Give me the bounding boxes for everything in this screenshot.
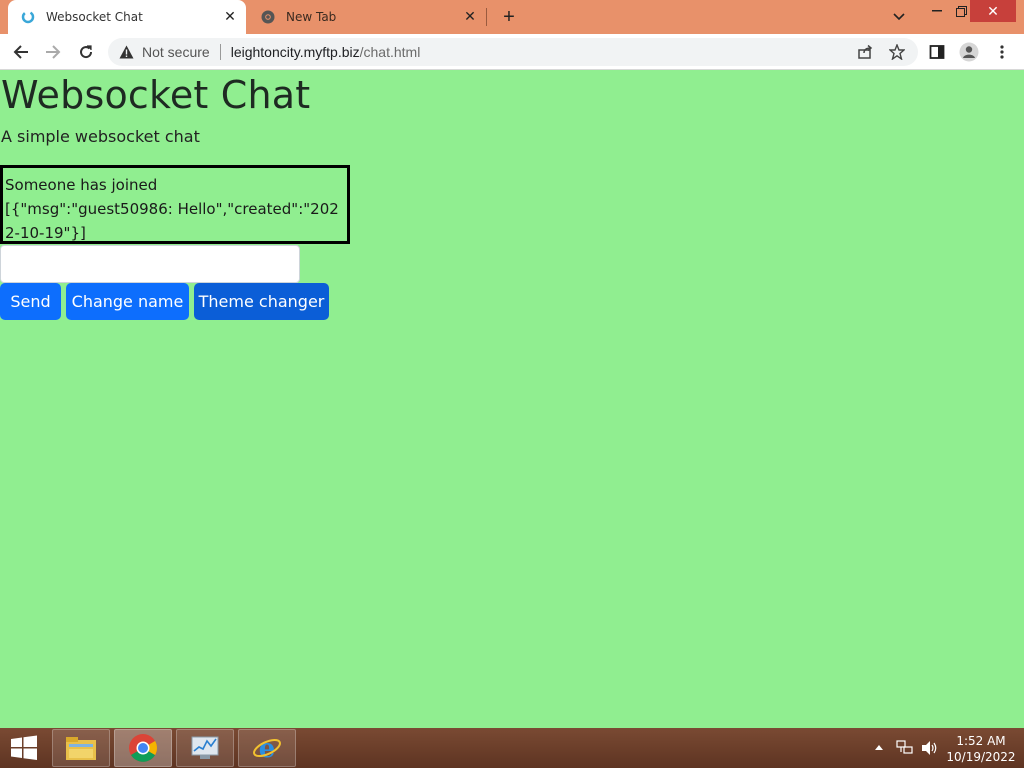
share-icon[interactable] — [852, 39, 878, 65]
file-explorer-icon[interactable] — [52, 729, 110, 767]
star-bookmark-icon[interactable] — [884, 39, 910, 65]
change-name-button[interactable]: Change name — [66, 283, 189, 320]
new-tab-plus-icon[interactable]: + — [496, 5, 522, 29]
tab-divider — [486, 8, 487, 26]
title-bar: Websocket Chat ✕ New Tab ✕ + ✕ — [0, 0, 1024, 34]
chrome-icon[interactable] — [114, 729, 172, 767]
security-label[interactable]: Not secure — [142, 44, 210, 60]
side-panel-icon[interactable] — [924, 39, 950, 65]
page-subtitle: A simple websocket chat — [1, 127, 200, 146]
tab-title: Websocket Chat — [46, 10, 143, 24]
tab-websocket-chat[interactable]: Websocket Chat ✕ — [8, 0, 246, 34]
page-content: Websocket Chat A simple websocket chat S… — [0, 71, 1024, 728]
network-icon[interactable] — [896, 728, 914, 768]
minimize-icon[interactable] — [924, 0, 950, 22]
taskbar: e 1:52 AM 10/19/2022 — [0, 728, 1024, 768]
reload-icon[interactable] — [73, 39, 99, 65]
theme-changer-button[interactable]: Theme changer — [194, 283, 329, 320]
close-window-icon[interactable]: ✕ — [970, 0, 1016, 22]
volume-speaker-icon[interactable] — [920, 728, 938, 768]
page-title: Websocket Chat — [1, 73, 311, 117]
clock-time: 1:52 AM — [956, 734, 1006, 748]
chat-message: Someone has joined — [5, 176, 158, 194]
system-clock[interactable]: 1:52 AM 10/19/2022 — [946, 733, 1016, 765]
send-button[interactable]: Send — [0, 283, 61, 320]
address-divider — [219, 44, 221, 60]
tab-new-tab[interactable]: New Tab ✕ — [248, 0, 486, 34]
tab-title: New Tab — [286, 10, 337, 24]
close-tab-icon[interactable]: ✕ — [220, 7, 240, 27]
url-path: /chat.html — [359, 44, 421, 60]
forward-arrow-icon[interactable] — [40, 39, 66, 65]
message-input[interactable] — [0, 245, 300, 283]
url-host: leightoncity.myftp.biz — [230, 44, 360, 60]
websocket-favicon-icon — [20, 9, 36, 25]
clock-date: 10/19/2022 — [946, 750, 1016, 764]
internet-explorer-icon[interactable]: e — [238, 729, 296, 767]
chat-message: [{"msg":"guest50986: Hello","created":"2… — [5, 200, 339, 242]
browser-toolbar: Not secure leightoncity.myftp.biz /chat.… — [0, 34, 1024, 70]
profile-avatar-icon[interactable] — [956, 39, 982, 65]
start-windows-icon[interactable] — [4, 729, 44, 767]
show-hidden-icons-icon[interactable] — [874, 728, 884, 768]
task-manager-icon[interactable] — [176, 729, 234, 767]
warning-triangle-icon[interactable] — [118, 44, 134, 60]
back-arrow-icon[interactable] — [8, 39, 34, 65]
chrome-icon — [260, 9, 276, 25]
chat-messages: Someone has joined [{"msg":"guest50986: … — [0, 165, 350, 244]
close-tab-icon[interactable]: ✕ — [460, 7, 480, 27]
address-bar[interactable]: Not secure leightoncity.myftp.biz /chat.… — [108, 38, 918, 66]
kebab-menu-icon[interactable] — [989, 39, 1015, 65]
chevron-down-icon[interactable] — [888, 7, 910, 27]
svg-text:e: e — [259, 734, 276, 763]
